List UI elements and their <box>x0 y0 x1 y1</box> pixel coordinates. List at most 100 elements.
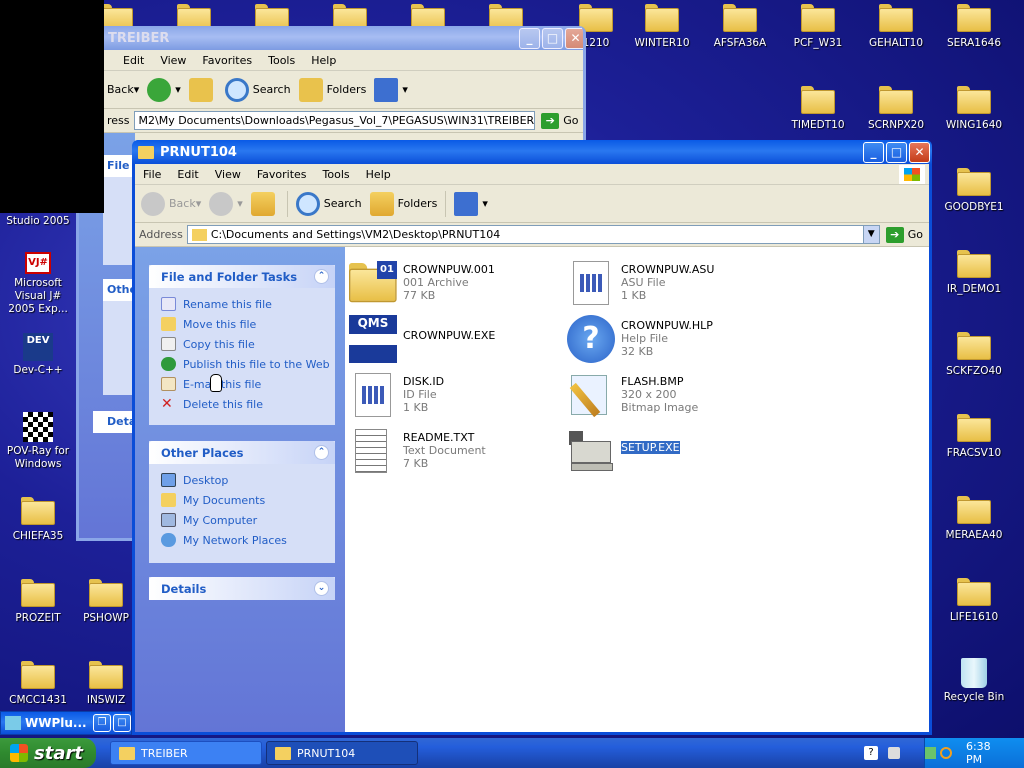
search-button[interactable]: Search <box>224 77 291 102</box>
file-item[interactable]: QMS CROWNPUW.EXE <box>349 315 559 363</box>
views-button[interactable]: ▾ <box>374 77 408 102</box>
menu-edit[interactable]: Edit <box>169 168 206 181</box>
desktop-icon-wing1640[interactable]: WING1640 <box>936 86 1012 132</box>
search-button[interactable]: Search <box>295 191 362 216</box>
prnut104-titlebar[interactable]: PRNUT104 _ □ ✕ <box>132 140 932 164</box>
recycle-bin-icon <box>961 658 987 688</box>
desktop-icon-cmcc1431[interactable]: CMCC1431 <box>0 661 76 707</box>
desktop-icon-inswiz[interactable]: INSWIZ <box>78 661 134 707</box>
go-button[interactable]: ➔ Go <box>885 226 923 243</box>
address-field[interactable]: C:\Documents and Settings\VM2\Desktop\PR… <box>186 225 880 244</box>
desktop-icon-sckfzo40[interactable]: SCKFZO40 <box>936 332 1012 378</box>
desktop-icon-goodbye1[interactable]: GOODBYE1 <box>936 168 1012 214</box>
desktop-icon-visual-jsharp[interactable]: VJ# Microsoft Visual J# 2005 Exp... <box>0 252 76 316</box>
place-my-computer[interactable]: My Computer <box>149 510 335 530</box>
task-delete[interactable]: ✕ Delete this file <box>149 394 335 414</box>
collapse-chevron-icon[interactable]: ⌃ <box>314 445 329 460</box>
place-my-documents[interactable]: My Documents <box>149 490 335 510</box>
file-item[interactable]: FLASH.BMP 320 x 200 Bitmap Image <box>567 371 777 419</box>
forward-button[interactable]: ▾ <box>209 191 243 216</box>
desktop-icon-sera1646[interactable]: SERA1646 <box>936 4 1012 50</box>
menu-tools[interactable]: Tools <box>260 54 303 67</box>
menu-file[interactable]: File <box>135 168 169 181</box>
address-dropdown-button[interactable]: ▼ <box>862 226 879 243</box>
file-item[interactable]: README.TXT Text Document 7 KB <box>349 427 559 475</box>
help-tray-icon[interactable]: ? <box>864 746 878 760</box>
file-item[interactable]: CROWNPUW.ASU ASU File 1 KB <box>567 259 777 307</box>
menu-tools[interactable]: Tools <box>315 168 358 181</box>
go-button[interactable]: ➔ Go <box>541 112 578 129</box>
desktop-icon-pshowp[interactable]: PSHOWP <box>78 579 134 625</box>
menu-edit[interactable]: Edit <box>115 54 152 67</box>
desktop-icon-recycle-bin[interactable]: Recycle Bin <box>936 658 1012 704</box>
desktop-icon-prozeit[interactable]: PROZEIT <box>0 579 76 625</box>
menu-favorites[interactable]: Favorites <box>194 54 260 67</box>
file-item[interactable]: SETUP.EXE <box>567 427 777 475</box>
start-button[interactable]: start <box>0 738 96 768</box>
speaker-tray-icon[interactable] <box>888 747 900 759</box>
search-tray-icon[interactable] <box>940 747 952 759</box>
views-button[interactable]: ▾ <box>454 191 488 216</box>
desktop-icon-studio[interactable]: Studio 2005 <box>0 215 76 228</box>
clock[interactable]: 6:38 PM <box>966 740 1008 766</box>
menu-view[interactable]: View <box>152 54 194 67</box>
folders-button[interactable]: Folders <box>369 191 437 216</box>
file-item[interactable]: ? CROWNPUW.HLP Help File 32 KB <box>567 315 777 363</box>
network-tray-icon[interactable] <box>925 747 937 759</box>
forward-button[interactable]: ▾ <box>147 77 181 102</box>
desktop-icon-afsfa36a[interactable]: AFSFA36A <box>702 4 778 50</box>
menu-help[interactable]: Help <box>358 168 399 181</box>
taskbar-item-prnut104[interactable]: PRNUT104 <box>266 741 418 765</box>
desktop-icon-timedt10[interactable]: TIMEDT10 <box>780 86 856 132</box>
desktop-icon-life1610[interactable]: LIFE1610 <box>936 578 1012 624</box>
desktop-icon-winter10[interactable]: WINTER10 <box>624 4 700 50</box>
task-rename[interactable]: Rename this file <box>149 294 335 314</box>
address-field[interactable]: M2\My Documents\Downloads\Pegasus_Vol_7\… <box>133 111 536 130</box>
panel-header[interactable]: Details ⌄ <box>149 577 335 600</box>
desktop-icon-scrnpx20[interactable]: SCRNPX20 <box>858 86 934 132</box>
maximize-button[interactable]: □ <box>113 714 131 732</box>
maximize-button[interactable]: □ <box>886 141 907 163</box>
desktop-icon-devcpp[interactable]: DEV Dev-C++ <box>0 333 76 377</box>
restore-button[interactable]: ❐ <box>93 714 111 732</box>
menu-favorites[interactable]: Favorites <box>249 168 315 181</box>
system-tray: 6:38 PM <box>924 738 1024 768</box>
task-publish[interactable]: Publish this file to the Web <box>149 354 335 374</box>
place-my-network[interactable]: My Network Places <box>149 530 335 550</box>
my-documents-icon <box>161 493 176 507</box>
small-window-bar[interactable]: WWPlu... ❐ □ <box>0 711 132 735</box>
prnut104-window[interactable]: PRNUT104 _ □ ✕ File Edit View Favorites … <box>132 140 932 735</box>
panel-header[interactable]: File and Folder Tasks ⌃ <box>149 265 335 288</box>
back-button[interactable]: Back ▾ <box>107 83 139 96</box>
task-copy[interactable]: Copy this file <box>149 334 335 354</box>
expand-chevron-icon[interactable]: ⌄ <box>314 581 329 596</box>
file-item[interactable]: 01 CROWNPUW.001 001 Archive 77 KB <box>349 259 559 307</box>
minimize-button[interactable]: _ <box>863 141 884 163</box>
folders-button[interactable]: Folders <box>298 77 366 102</box>
desktop-icon-gehalt10[interactable]: GEHALT10 <box>858 4 934 50</box>
task-move[interactable]: Move this file <box>149 314 335 334</box>
desktop-icon-ir-demo1[interactable]: IR_DEMO1 <box>936 250 1012 296</box>
menu-help[interactable]: Help <box>303 54 344 67</box>
desktop-icon-fracsv10[interactable]: FRACSV10 <box>936 414 1012 460</box>
desktop-icon-meraea40[interactable]: MERAEA40 <box>936 496 1012 542</box>
desktop-icon-pcf-w31[interactable]: PCF_W31 <box>780 4 856 50</box>
place-desktop[interactable]: Desktop <box>149 470 335 490</box>
minimize-button[interactable]: _ <box>519 27 540 49</box>
close-button[interactable]: ✕ <box>909 141 930 163</box>
treiber-titlebar[interactable]: TREIBER _ □ ✕ <box>79 26 583 50</box>
panel-header[interactable]: Other Places ⌃ <box>149 441 335 464</box>
file-item[interactable]: DISK.ID ID File 1 KB <box>349 371 559 419</box>
task-email[interactable]: E-mail this file <box>149 374 335 394</box>
back-button[interactable]: Back ▾ <box>141 191 201 216</box>
desktop-icon-povray[interactable]: POV-Ray for Windows <box>0 412 76 471</box>
up-folder-button[interactable] <box>250 191 279 216</box>
collapse-chevron-icon[interactable]: ⌃ <box>314 269 329 284</box>
maximize-button[interactable]: □ <box>542 27 563 49</box>
folder-icon <box>957 578 991 606</box>
menu-view[interactable]: View <box>207 168 249 181</box>
taskbar-item-treiber[interactable]: TREIBER <box>110 741 262 765</box>
desktop-icon-chiefa35[interactable]: CHIEFA35 <box>0 497 76 543</box>
close-button[interactable]: ✕ <box>565 27 583 49</box>
up-folder-button[interactable] <box>188 77 217 102</box>
